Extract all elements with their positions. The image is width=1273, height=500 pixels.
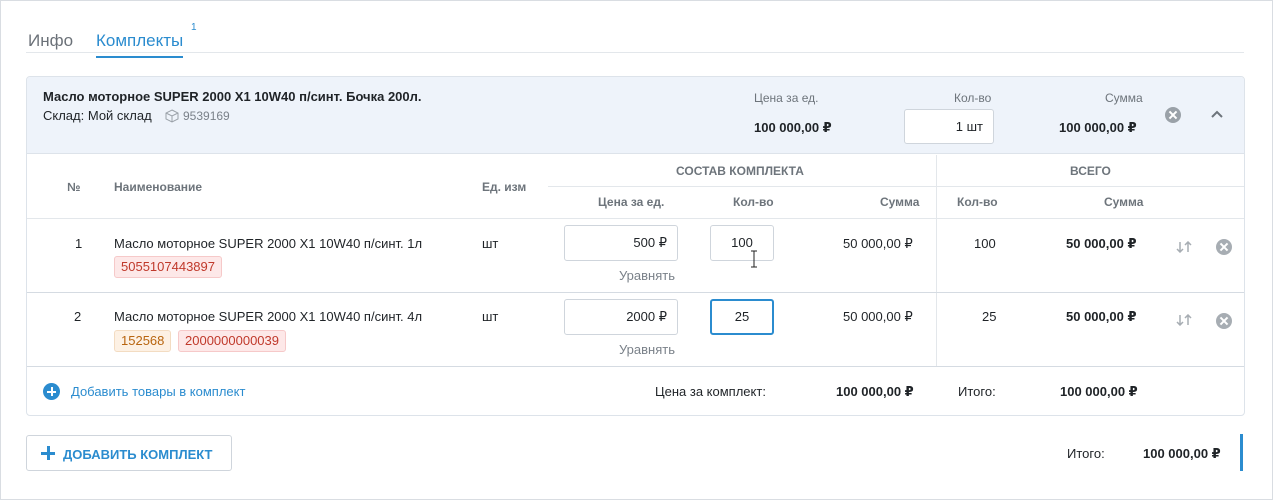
equalize-link[interactable]: Уравнять — [619, 342, 675, 357]
kit-qty-input[interactable]: 1 шт — [904, 109, 994, 144]
plus-icon — [41, 446, 55, 460]
kit-price-label: Цена за ед. — [754, 91, 819, 105]
row-total-qty: 25 — [982, 309, 997, 324]
chevron-up-icon[interactable] — [1209, 107, 1225, 123]
grand-total-value: 100 000,00 ₽ — [1143, 446, 1221, 461]
add-kit-button[interactable]: ДОБАВИТЬ КОМПЛЕКТ — [26, 435, 232, 471]
group-composition: СОСТАВ КОМПЛЕКТА — [676, 164, 804, 178]
kit-sum-label: Сумма — [1105, 91, 1143, 105]
row-name[interactable]: Масло моторное SUPER 2000 X1 10W40 п/син… — [114, 309, 422, 324]
col-price: Цена за ед. — [598, 195, 665, 209]
col-total-qty: Кол-во — [957, 195, 998, 209]
kit-sku: 9539169 — [183, 109, 230, 123]
row-num: 2 — [74, 309, 82, 324]
group-total: ВСЕГО — [1070, 164, 1111, 178]
row-unit: шт — [482, 309, 499, 324]
tab-info[interactable]: Инфо — [28, 31, 73, 51]
col-sum: Сумма — [880, 195, 920, 209]
kit-title[interactable]: Масло моторное SUPER 2000 X1 10W40 п/син… — [43, 89, 422, 104]
kit-sum-value: 100 000,00 ₽ — [1059, 120, 1137, 135]
row-total-sum: 50 000,00 ₽ — [1066, 236, 1137, 251]
row-qty-input[interactable]: 100 — [710, 225, 774, 261]
grand-total-label: Итого: — [1067, 446, 1105, 461]
group-divider — [548, 186, 1244, 187]
add-goods-link[interactable]: Добавить товары в комплект — [71, 384, 245, 399]
remove-kit-icon[interactable] — [1165, 107, 1181, 123]
kit-price-value: 100 000,00 ₽ — [754, 120, 832, 135]
kit-price-footer-label: Цена за комплект: — [655, 384, 766, 399]
sort-icon[interactable] — [1175, 314, 1193, 326]
remove-row-icon[interactable] — [1216, 239, 1232, 255]
row-total-qty: 100 — [974, 236, 996, 251]
kit-qty-label: Кол-во — [954, 91, 992, 105]
row-qty-input[interactable]: 25 — [710, 299, 774, 335]
text-cursor-icon — [751, 250, 757, 268]
row-sum: 50 000,00 ₽ — [843, 236, 913, 251]
grand-total-accent-bar — [1240, 434, 1243, 471]
kit-total-label: Итого: — [958, 384, 996, 399]
tab-kits[interactable]: Комплекты — [96, 31, 184, 58]
box-icon — [165, 109, 179, 123]
barcode-tag: 5055107443897 — [114, 256, 222, 278]
tab-bar: Инфо Комплекты 1 — [26, 20, 1244, 58]
row-unit: шт — [482, 236, 499, 251]
barcode-tag: 2000000000039 — [178, 330, 286, 352]
row-price-input[interactable]: 500 ₽ — [564, 225, 678, 261]
col-num: № — [67, 180, 81, 194]
sort-icon[interactable] — [1175, 241, 1193, 253]
row-name[interactable]: Масло моторное SUPER 2000 X1 10W40 п/син… — [114, 236, 422, 251]
kit-store: Склад: Мой склад — [43, 108, 152, 123]
add-kit-label: ДОБАВИТЬ КОМПЛЕКТ — [63, 447, 213, 462]
tab-kits-count-badge: 1 — [191, 22, 197, 33]
col-unit: Ед. изм — [482, 180, 527, 194]
equalize-link[interactable]: Уравнять — [619, 268, 675, 283]
row-total-sum: 50 000,00 ₽ — [1066, 309, 1137, 324]
row-num: 1 — [75, 236, 83, 251]
remove-row-icon[interactable] — [1216, 313, 1232, 329]
kit-card: Масло моторное SUPER 2000 X1 10W40 п/син… — [26, 76, 1245, 416]
col-name: Наименование — [114, 180, 203, 194]
table-row: 1 Масло моторное SUPER 2000 X1 10W40 п/с… — [27, 219, 1244, 292]
row-price-input[interactable]: 2000 ₽ — [564, 299, 678, 335]
kit-price-footer-value: 100 000,00 ₽ — [836, 384, 914, 399]
kit-total-value: 100 000,00 ₽ — [1060, 384, 1138, 399]
row-divider — [27, 366, 1244, 367]
table-row: 2 Масло моторное SUPER 2000 X1 10W40 п/с… — [27, 293, 1244, 366]
col-total-sum: Сумма — [1104, 195, 1144, 209]
add-circle-icon[interactable] — [43, 383, 60, 400]
kit-header: Масло моторное SUPER 2000 X1 10W40 п/син… — [27, 77, 1244, 154]
article-tag: 152568 — [114, 330, 172, 352]
col-qty: Кол-во — [733, 195, 774, 209]
row-sum: 50 000,00 ₽ — [843, 309, 913, 324]
